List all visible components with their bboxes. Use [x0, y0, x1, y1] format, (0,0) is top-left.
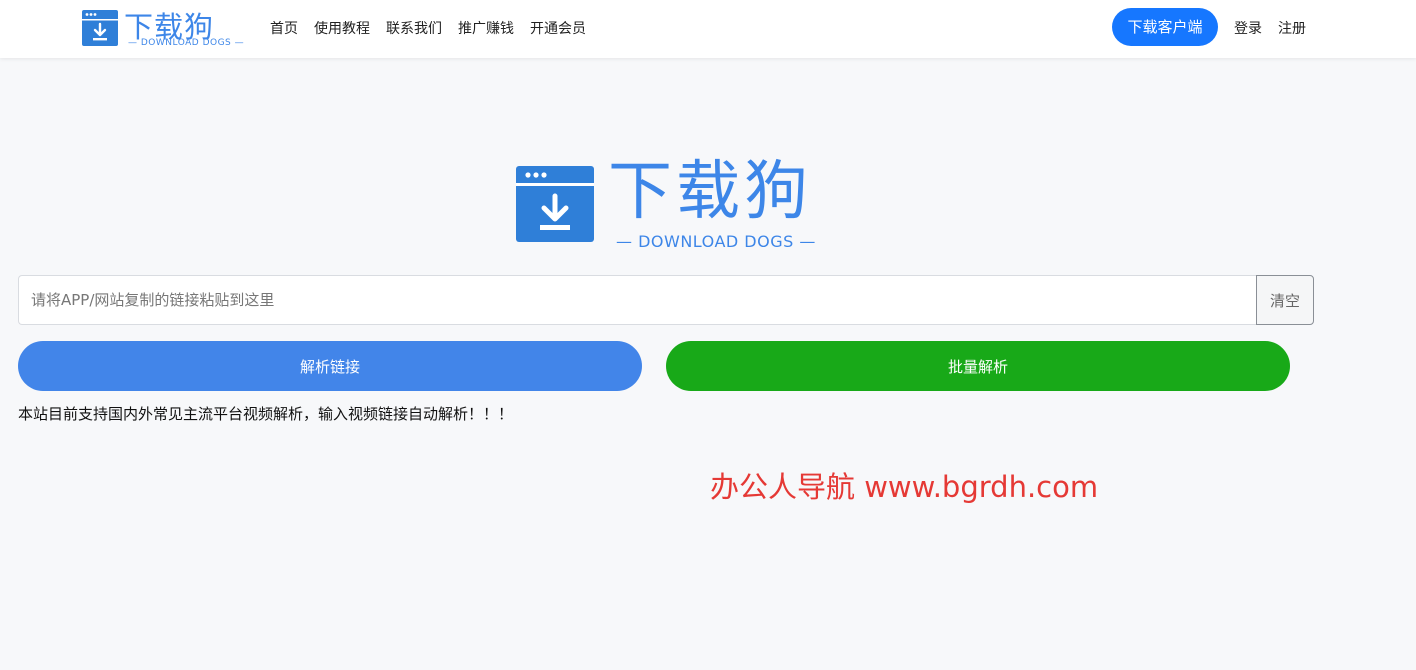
support-notice: 本站目前支持国内外常见主流平台视频解析，输入视频链接自动解析！！！ — [18, 405, 514, 423]
register-link[interactable]: 注册 — [1278, 18, 1306, 38]
top-navbar: 下载狗 — DOWNLOAD DOGS — 首页 使用教程 联系我们 推广赚钱 … — [0, 0, 1416, 58]
nav-home[interactable]: 首页 — [270, 18, 298, 38]
batch-parse-button[interactable]: 批量解析 — [666, 341, 1290, 391]
nav-affiliate[interactable]: 推广赚钱 — [458, 18, 514, 38]
link-input[interactable] — [18, 275, 1256, 325]
login-link[interactable]: 登录 — [1234, 18, 1262, 38]
download-client-button[interactable]: 下载客户端 — [1112, 8, 1218, 46]
nav-contact[interactable]: 联系我们 — [386, 18, 442, 38]
nav-tutorial[interactable]: 使用教程 — [314, 18, 370, 38]
hero-title: 下载狗 — [608, 155, 812, 229]
hero-subtitle: — DOWNLOAD DOGS — — [616, 232, 816, 251]
brand-logo[interactable]: 下载狗 — DOWNLOAD DOGS — — [82, 6, 245, 52]
download-window-icon — [82, 10, 118, 46]
clear-button[interactable]: 清空 — [1256, 275, 1314, 325]
brand-subtitle: — DOWNLOAD DOGS — — [128, 38, 245, 48]
parse-link-button[interactable]: 解析链接 — [18, 341, 642, 391]
hero-logo: 下载狗 — DOWNLOAD DOGS — — [516, 155, 826, 252]
watermark-text: 办公人导航 www.bgrdh.com — [710, 470, 1099, 504]
download-window-icon — [516, 166, 594, 242]
main-nav: 首页 使用教程 联系我们 推广赚钱 开通会员 — [270, 18, 602, 38]
nav-membership[interactable]: 开通会员 — [530, 18, 586, 38]
page-scrollbar[interactable] — [1410, 0, 1416, 670]
